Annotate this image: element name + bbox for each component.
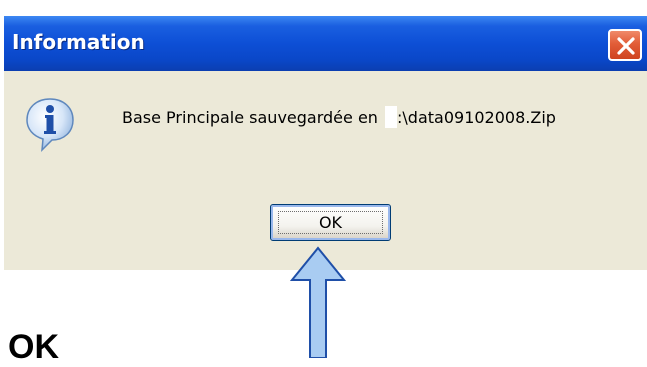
close-button[interactable]: [608, 29, 642, 61]
dialog-message: Base Principale sauvegardée en :\data091…: [122, 106, 556, 128]
dialog-titlebar[interactable]: Information: [4, 16, 647, 71]
text-redaction: [385, 106, 398, 128]
dialog-title: Information: [12, 30, 145, 54]
message-path: :\data09102008.Zip: [397, 108, 556, 127]
information-dialog: Information Base Principale sauvegardée …: [4, 16, 647, 270]
ok-button[interactable]: OK: [270, 204, 391, 241]
annotation-text: OK: [8, 328, 59, 366]
info-icon: [26, 98, 74, 152]
close-icon: [617, 37, 635, 55]
message-text: Base Principale sauvegardée en: [122, 108, 384, 127]
ok-button-label: OK: [318, 213, 343, 232]
up-arrow-icon: [289, 246, 347, 358]
